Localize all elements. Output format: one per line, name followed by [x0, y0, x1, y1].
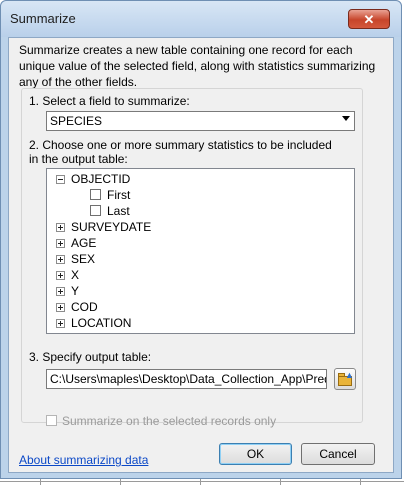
statistic-checkbox[interactable]	[90, 205, 101, 216]
intro-text: Summarize creates a new table containing…	[19, 43, 376, 89]
title-bar[interactable]: Summarize ✕	[1, 1, 401, 37]
tree-field-label: LOCATION	[71, 316, 132, 330]
statistic-label: First	[107, 188, 131, 202]
browse-output-button[interactable]: ▲	[334, 368, 356, 390]
output-table-path: C:\Users\maples\Desktop\Data_Collection_…	[50, 372, 327, 386]
selected-records-label: Summarize on the selected records only	[62, 414, 277, 428]
expand-icon[interactable]	[56, 271, 65, 280]
statistic-checkbox[interactable]	[90, 189, 101, 200]
expand-icon[interactable]	[56, 255, 65, 264]
summarize-dialog: Summarize ✕ Summarize creates a new tabl…	[0, 0, 402, 479]
tree-field-label: AGE	[71, 236, 97, 250]
dialog-body: Summarize creates a new table containing…	[8, 37, 394, 473]
about-summarizing-link[interactable]: About summarizing data	[19, 453, 148, 467]
step1-label: 1. Select a field to summarize:	[29, 94, 190, 108]
background-gridline	[360, 479, 361, 485]
expand-icon[interactable]	[56, 319, 65, 328]
selected-records-checkbox[interactable]	[46, 415, 57, 426]
cancel-button[interactable]: Cancel	[301, 443, 375, 465]
background-gridline	[120, 479, 121, 485]
tree-field-label: COD	[71, 300, 98, 314]
tree-field-label: OBJECTID	[71, 172, 131, 186]
expand-icon[interactable]	[56, 287, 65, 296]
ok-button[interactable]: OK	[219, 443, 292, 465]
collapse-icon[interactable]	[56, 175, 65, 184]
close-icon: ✕	[363, 12, 375, 27]
step3-label: 3. Specify output table:	[29, 350, 152, 364]
tree-field-label: SURVEYDATE	[71, 220, 152, 234]
background-gridline	[200, 479, 201, 485]
step2-label: 2. Choose one or more summary statistics…	[29, 138, 332, 166]
chevron-down-icon[interactable]	[342, 116, 350, 121]
background-gridline	[280, 479, 281, 485]
background-gridline	[40, 479, 41, 485]
statistic-label: Last	[107, 204, 130, 218]
background-gridline	[0, 481, 404, 482]
output-table-input[interactable]: C:\Users\maples\Desktop\Data_Collection_…	[46, 369, 327, 389]
expand-icon[interactable]	[56, 303, 65, 312]
tree-field-label: X	[71, 268, 80, 282]
tree-field-label: Y	[71, 284, 80, 298]
close-button[interactable]: ✕	[348, 9, 390, 29]
statistics-tree[interactable]: OBJECTID First Last SURVEYDATE AGE SEX X Y COD LO…	[46, 168, 355, 334]
field-select-value: SPECIES	[50, 114, 103, 128]
window-title: Summarize	[10, 11, 76, 26]
tree-field-label: SEX	[71, 252, 96, 266]
field-select[interactable]: SPECIES	[46, 111, 355, 131]
expand-icon[interactable]	[56, 223, 65, 232]
expand-icon[interactable]	[56, 239, 65, 248]
